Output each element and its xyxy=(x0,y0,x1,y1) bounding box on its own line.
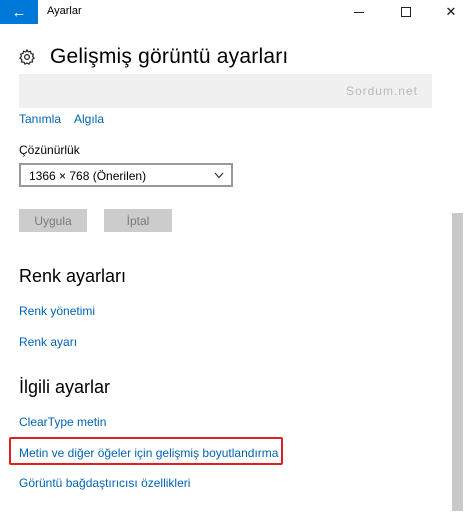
close-icon: ✕ xyxy=(445,4,457,19)
minimize-icon xyxy=(354,11,364,13)
apply-button[interactable]: Uygula xyxy=(19,209,87,232)
chevron-down-icon xyxy=(214,172,224,179)
maximize-button[interactable] xyxy=(383,0,429,24)
window-title: Ayarlar xyxy=(47,5,82,17)
related-settings-heading: İlgili ayarlar xyxy=(19,377,111,397)
detect-link[interactable]: Algıla xyxy=(74,112,104,126)
color-management-link[interactable]: Renk yönetimi xyxy=(19,304,95,318)
close-button[interactable]: ✕ xyxy=(428,0,474,24)
cancel-button[interactable]: İptal xyxy=(104,209,172,232)
resolution-label: Çözünürlük xyxy=(19,143,80,157)
color-settings-heading: Renk ayarları xyxy=(19,266,127,286)
gear-icon xyxy=(18,48,36,66)
scrollbar-thumb[interactable] xyxy=(452,213,463,511)
back-button[interactable]: ← xyxy=(0,0,38,24)
minimize-button[interactable] xyxy=(336,0,382,24)
identify-link[interactable]: Tanımla xyxy=(19,112,61,126)
back-arrow-icon: ← xyxy=(11,3,27,21)
resolution-value: 1366 × 768 (Önerilen) xyxy=(29,169,147,183)
advanced-sizing-link[interactable]: Metin ve diğer öğeler için gelişmiş boyu… xyxy=(19,446,278,460)
title-bar: ← Ayarlar ✕ xyxy=(0,0,474,24)
resolution-dropdown[interactable]: 1366 × 768 (Önerilen) xyxy=(19,163,233,187)
page-title: Gelişmiş görüntü ayarları xyxy=(50,45,289,68)
maximize-icon xyxy=(401,7,411,17)
color-calibration-link[interactable]: Renk ayarı xyxy=(19,335,77,349)
page-header: Gelişmiş görüntü ayarları xyxy=(18,42,288,72)
display-preview: Sordum.net xyxy=(19,74,432,108)
watermark-text: Sordum.net xyxy=(345,84,418,98)
display-adapter-properties-link[interactable]: Görüntü bağdaştırıcısı özellikleri xyxy=(19,476,190,490)
cleartype-link[interactable]: ClearType metin xyxy=(19,415,106,429)
